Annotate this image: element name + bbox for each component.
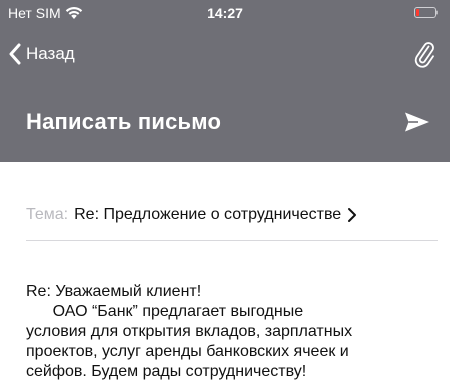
chevron-right-icon	[348, 208, 357, 222]
page-title: Написать письмо	[26, 109, 222, 134]
status-bar: Нет SIM 14:27	[0, 0, 450, 26]
header: Нет SIM 14:27 Назад Написать письмо	[0, 0, 450, 162]
paperclip-icon[interactable]	[412, 40, 436, 68]
compose-screen: Нет SIM 14:27 Назад Написать письмо Тема…	[0, 0, 450, 387]
message-body[interactable]: Re: Уважаемый клиент! ОАО “Банк” предлаг…	[26, 282, 438, 382]
message-line: проектов, услуг аренды банковских ячеек …	[26, 343, 349, 360]
message-line: условия для открытия вкладов, зарплатных	[26, 323, 353, 340]
message-line: ОАО “Банк” предлагает выгодные	[26, 303, 304, 320]
battery-icon	[414, 7, 438, 18]
title-bar: Написать письмо	[0, 102, 450, 142]
nav-bar: Назад	[0, 38, 450, 70]
subject-label: Тема:	[26, 206, 69, 223]
subject-row[interactable]: Тема: Re: Предложение о сотрудничестве	[26, 203, 436, 227]
message-line: сейфов. Будем рады сотрудничеству!	[26, 363, 307, 380]
subject-divider	[26, 240, 438, 241]
back-button[interactable]: Назад	[8, 40, 75, 68]
chevron-left-icon	[9, 43, 21, 65]
status-time: 14:27	[207, 5, 243, 21]
back-label: Назад	[26, 44, 75, 63]
message-line: Re: Уважаемый клиент!	[26, 283, 202, 300]
send-icon[interactable]	[404, 110, 430, 134]
subject-value: Re: Предложение о сотрудничестве	[74, 206, 342, 223]
